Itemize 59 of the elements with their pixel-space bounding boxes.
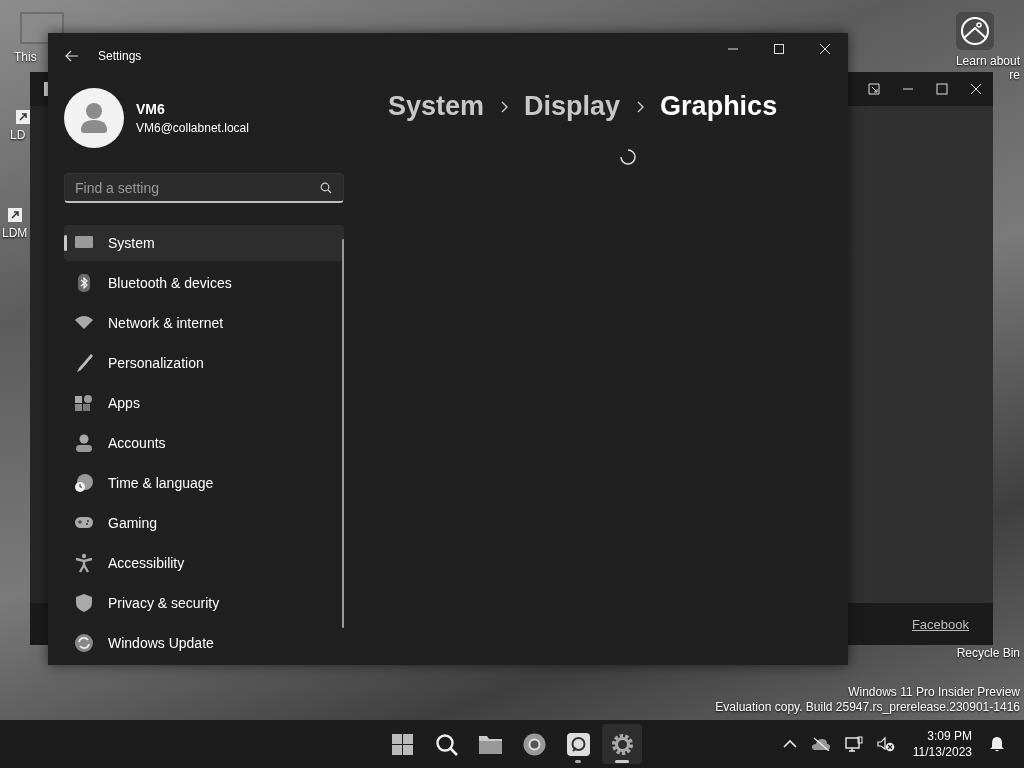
nav-item[interactable]: Gaming — [64, 505, 344, 541]
nav-item[interactable]: Accounts — [64, 425, 344, 461]
shortcut-arrow-icon[interactable] — [8, 208, 22, 222]
facebook-link[interactable]: Facebook — [911, 616, 969, 632]
nav-item[interactable]: Accessibility — [64, 545, 344, 581]
scrollbar[interactable] — [342, 239, 344, 628]
nav-item[interactable]: Personalization — [64, 345, 344, 381]
icon-label[interactable]: LDM — [2, 226, 28, 240]
build-info-text: Evaluation copy. Build 25947.rs_prerelease.230901-1416 — [715, 700, 1020, 715]
user-name: VM6 — [136, 101, 166, 117]
maximize-icon[interactable] — [773, 43, 785, 55]
refresh-circle-icon — [74, 633, 94, 653]
shortcut-arrow-icon[interactable] — [16, 110, 30, 124]
running-indicator — [575, 760, 581, 763]
remote-help-icon — [564, 730, 592, 758]
search-field[interactable]: Find a setting — [64, 173, 344, 203]
globe-clock-icon — [74, 473, 94, 493]
icon-label[interactable]: Recycle Bin — [956, 646, 1020, 660]
breadcrumb-item[interactable]: Display — [524, 91, 621, 122]
breadcrumb-item: Graphics — [660, 91, 778, 122]
taskbar-button[interactable] — [602, 724, 642, 764]
search-icon — [320, 182, 332, 194]
maximize-icon[interactable] — [936, 83, 948, 95]
apps-grid-icon — [74, 393, 94, 413]
nav-item[interactable]: Windows Update — [64, 625, 344, 661]
build-info-text: Windows 11 Pro Insider Preview — [847, 685, 1020, 700]
nav-item[interactable]: Privacy & security — [64, 585, 344, 621]
selection-indicator — [64, 235, 67, 251]
back-arrow-icon[interactable] — [65, 50, 79, 62]
accessibility-icon — [74, 553, 94, 573]
running-indicator — [615, 760, 629, 763]
clock-time[interactable]: 3:09 PM — [912, 728, 972, 744]
nav-item[interactable]: Apps — [64, 385, 344, 421]
avatar-icon — [64, 88, 124, 148]
close-icon[interactable] — [970, 83, 982, 95]
nav-item[interactable]: Time & language — [64, 465, 344, 501]
network-monitor-icon[interactable] — [844, 736, 863, 752]
person-icon — [74, 433, 94, 453]
breadcrumb-item[interactable]: System — [388, 91, 485, 122]
icon-label[interactable]: Learn about — [955, 54, 1020, 68]
window-title: Settings — [98, 49, 142, 63]
icon-label[interactable]: LD — [10, 128, 26, 142]
cloud-off-icon[interactable] — [810, 737, 831, 751]
icon-label[interactable]: re — [1009, 68, 1020, 82]
nav-item[interactable]: System — [64, 225, 344, 261]
nav-item[interactable]: Network & internet — [64, 305, 344, 341]
icon-label[interactable]: This — [14, 50, 37, 64]
user-email: VM6@collabnet.local — [136, 121, 249, 135]
chevron-up-icon[interactable] — [782, 739, 797, 749]
close-icon[interactable] — [819, 43, 831, 55]
brush-icon — [74, 353, 94, 373]
nav-item[interactable]: Bluetooth & devices — [64, 265, 344, 301]
chevron-icon — [636, 100, 645, 113]
bell-icon[interactable] — [990, 736, 1004, 752]
clock-date[interactable]: 11/13/2023 — [912, 744, 972, 760]
chevron-icon — [500, 100, 509, 113]
shield-icon — [74, 593, 94, 613]
restore-icon[interactable] — [868, 83, 880, 95]
speaker-muted-icon[interactable] — [876, 736, 895, 752]
